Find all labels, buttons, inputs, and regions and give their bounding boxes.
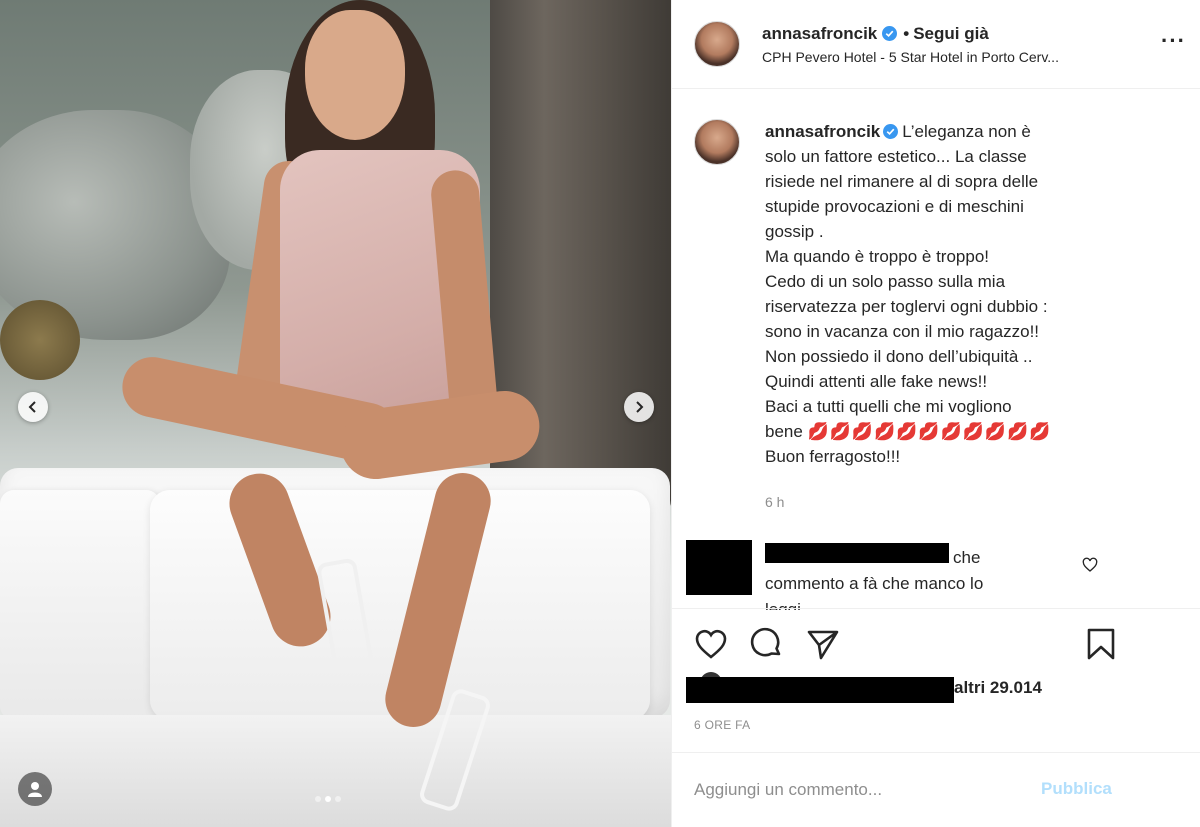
post-side-panel: annasafroncik • Segui già CPH Pevero Hot…	[671, 0, 1200, 827]
follow-button[interactable]: Segui già	[913, 24, 989, 44]
location-link[interactable]: CPH Pevero Hotel - 5 Star Hotel in Porto…	[762, 49, 1059, 65]
comment-text-end: che	[953, 548, 981, 567]
chevron-left-icon	[28, 401, 36, 413]
chevron-right-icon	[636, 401, 644, 413]
caption-line: gossip .	[765, 222, 824, 241]
photo-shoe	[315, 557, 375, 673]
photo-face	[305, 10, 405, 140]
header-text: annasafroncik • Segui già CPH Pevero Hot…	[762, 24, 1059, 65]
redacted-avatar	[686, 540, 752, 595]
publish-button[interactable]: Pubblica	[1041, 779, 1112, 799]
photo-shrub	[0, 300, 80, 380]
username-link[interactable]: annasafroncik	[762, 24, 877, 44]
caption-line: Ma quando è troppo è troppo!	[765, 247, 989, 266]
post-photo[interactable]	[0, 0, 671, 827]
redacted-likers	[686, 677, 954, 703]
caption-timestamp[interactable]: 6 h	[765, 494, 784, 510]
comment-like-icon[interactable]	[1082, 557, 1098, 573]
caption-text: bene	[765, 422, 803, 441]
caption-username[interactable]: annasafroncik	[765, 122, 880, 141]
carousel-dot	[335, 796, 341, 802]
caption-line: risiede nel rimanere al di sopra delle	[765, 172, 1039, 191]
caption-line: annasafroncik L’eleganza non è	[765, 119, 1110, 144]
verified-badge-icon	[883, 124, 899, 139]
share-icon[interactable]	[806, 627, 840, 661]
caption-line: sono in vacanza con il mio ragazzo!!	[765, 322, 1040, 341]
carousel-next-button[interactable]	[624, 392, 654, 422]
caption-line: bene 💋💋💋💋💋💋💋💋💋💋💋	[765, 419, 1110, 444]
caption-line: Quindi attenti alle fake news!!	[765, 372, 988, 391]
carousel-indicator	[315, 796, 341, 802]
caption-line: solo un fattore estetico... La classe	[765, 147, 1027, 166]
carousel-dot	[315, 796, 321, 802]
posted-timestamp[interactable]: 6 ORE FA	[694, 718, 750, 732]
photo-leg	[379, 467, 497, 733]
avatar[interactable]	[694, 21, 740, 67]
caption-line: Cedo di un solo passo sulla mia	[765, 272, 1006, 291]
comment-text-line: commento a fà che manco lo	[765, 574, 984, 593]
post-caption: annasafroncik L’eleganza non è solo un fa…	[765, 119, 1110, 469]
likes-count[interactable]: altri 29.014	[954, 678, 1042, 698]
photo-leg	[221, 465, 339, 655]
comment-icon[interactable]	[750, 627, 784, 661]
tagged-user-button[interactable]	[18, 772, 52, 806]
caption-line: stupide provocazioni e di meschini	[765, 197, 1024, 216]
avatar[interactable]	[694, 119, 740, 165]
caption-area: annasafroncik L’eleganza non è solo un fa…	[672, 89, 1200, 529]
caption-line: Buon ferragosto!!!	[765, 447, 901, 466]
carousel-dot-active	[325, 796, 331, 802]
carousel-prev-button[interactable]	[18, 392, 48, 422]
caption-line: Baci a tutti quelli che mi vogliono	[765, 397, 1012, 416]
likes-summary[interactable]: altri 29.014	[686, 672, 1186, 703]
header-separator: •	[903, 23, 910, 43]
more-options-button[interactable]: ···	[1161, 28, 1186, 54]
lips-emoji-row: 💋💋💋💋💋💋💋💋💋💋💋	[807, 422, 1052, 441]
caption-text: L’eleganza non è	[902, 122, 1031, 141]
post-header: annasafroncik • Segui già CPH Pevero Hot…	[672, 0, 1200, 89]
comment-item: che commento a fà che manco lo leggi	[672, 540, 1200, 610]
bookmark-icon[interactable]	[1084, 627, 1118, 661]
heart-icon[interactable]	[694, 627, 728, 661]
comment-composer: Pubblica	[672, 752, 1200, 827]
header-user-row: annasafroncik • Segui già	[762, 24, 1059, 44]
redacted-username	[765, 543, 949, 563]
caption-line: riservatezza per toglervi ogni dubbio :	[765, 297, 1048, 316]
caption-line: Non possiedo il dono dell’ubiquità ..	[765, 347, 1033, 366]
comment-input[interactable]	[694, 775, 1034, 805]
photo-person	[110, 0, 550, 827]
verified-badge-icon	[882, 26, 898, 41]
user-icon	[28, 782, 42, 797]
